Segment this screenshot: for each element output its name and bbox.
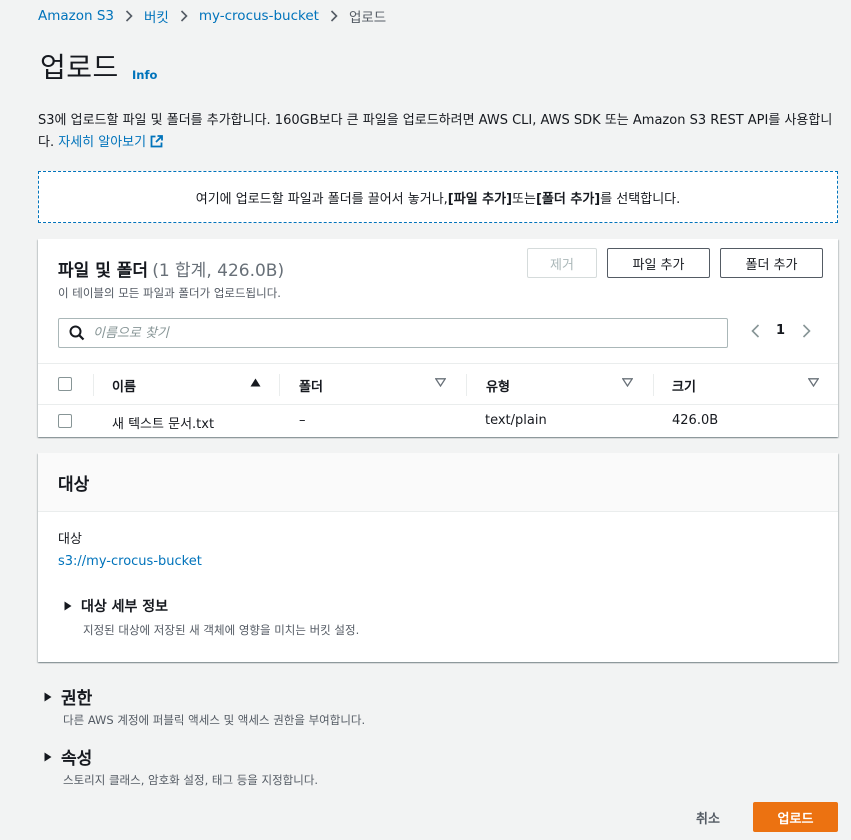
sort-icon[interactable] <box>808 378 819 387</box>
properties-expander[interactable]: 속성 <box>44 744 92 769</box>
destination-details-expander[interactable]: 대상 세부 정보 <box>64 596 168 616</box>
files-header: 파일 및 폴더 (1 합계, 426.0B) <box>58 256 284 281</box>
destination-title: 대상 <box>58 475 90 495</box>
cancel-button[interactable]: 취소 <box>680 802 736 832</box>
properties-sub: 스토리지 클래스, 암호화 설정, 태그 등을 지정합니다. <box>63 773 319 787</box>
sort-ascending-icon[interactable] <box>250 378 261 387</box>
upload-button[interactable]: 업로드 <box>753 802 838 832</box>
breadcrumb-amazon-s3[interactable]: Amazon S3 <box>38 8 114 24</box>
properties-title: 속성 <box>61 749 93 769</box>
dropzone-add-folder: [폴더 추가] <box>535 191 601 207</box>
caret-right-icon <box>44 752 52 762</box>
destination-details-title: 대상 세부 정보 <box>81 599 169 615</box>
destination-details-sub: 지정된 대상에 저장된 새 객체에 영향을 미치는 버킷 설정. <box>83 623 360 637</box>
destination-panel: 대상 대상 s3://my-crocus-bucket 대상 세부 정보 지정된… <box>38 453 838 662</box>
column-name[interactable]: 이름 <box>112 376 136 395</box>
upload-dropzone[interactable]: 여기에 업로드할 파일과 폴더를 끌어서 놓거나, [파일 추가] 또는 [폴더… <box>38 171 838 223</box>
cell-name: 새 텍스트 문서.txt <box>112 417 215 432</box>
search-box <box>58 318 728 348</box>
caret-right-icon <box>44 692 52 702</box>
chevron-right-icon <box>330 10 338 22</box>
search-input[interactable] <box>93 325 693 341</box>
page-description: S3에 업로드할 파일 및 폴더를 추가합니다. 160GB보다 큰 파일을 업… <box>38 110 838 156</box>
dropzone-suffix: 를 선택합니다. <box>600 191 681 207</box>
column-size[interactable]: 크기 <box>672 376 696 395</box>
column-divider <box>93 374 94 396</box>
caret-right-icon <box>64 601 72 611</box>
pagination: 1 <box>747 323 814 338</box>
breadcrumb: Amazon S3 버킷 my-crocus-bucket 업로드 <box>38 6 386 26</box>
dropzone-middle: 또는 <box>512 191 536 207</box>
column-divider <box>279 374 280 396</box>
add-files-button[interactable]: 파일 추가 <box>607 248 710 278</box>
files-subtitle: 이 테이블의 모든 파일과 폴더가 업로드됩니다. <box>58 286 281 300</box>
breadcrumb-current: 업로드 <box>348 10 387 26</box>
files-count: (1 합계, 426.0B) <box>152 261 285 281</box>
page-title: 업로드 <box>40 51 119 84</box>
files-title: 파일 및 폴더 <box>58 261 149 281</box>
column-folder[interactable]: 폴더 <box>299 376 323 395</box>
column-type[interactable]: 유형 <box>486 376 510 395</box>
chevron-right-icon <box>180 10 188 22</box>
learn-more-label: 자세히 알아보기 <box>58 135 147 150</box>
permissions-sub: 다른 AWS 계정에 퍼블릭 액세스 및 액세스 권한을 부여합니다. <box>63 713 366 727</box>
breadcrumb-bucket-name[interactable]: my-crocus-bucket <box>199 8 319 24</box>
cell-size: 426.0B <box>672 413 719 428</box>
table-header: 이름 폴더 유형 크기 <box>38 363 838 405</box>
learn-more-link[interactable]: 자세히 알아보기 <box>58 135 163 150</box>
destination-label: 대상 <box>58 532 82 547</box>
column-divider <box>653 374 654 396</box>
select-all-checkbox[interactable] <box>58 377 72 391</box>
permissions-expander[interactable]: 권한 <box>44 684 92 709</box>
chevron-right-icon <box>125 10 133 22</box>
external-link-icon <box>150 134 163 156</box>
add-folder-button[interactable]: 폴더 추가 <box>720 248 823 278</box>
destination-link[interactable]: s3://my-crocus-bucket <box>58 554 202 569</box>
chevron-left-icon[interactable] <box>747 323 763 338</box>
chevron-right-icon[interactable] <box>798 323 814 338</box>
destination-header: 대상 <box>38 453 838 512</box>
cell-folder: – <box>299 413 306 428</box>
dropzone-add-files: [파일 추가] <box>447 191 513 207</box>
column-divider <box>466 374 467 396</box>
table-row[interactable]: 새 텍스트 문서.txt – text/plain 426.0B <box>38 406 838 437</box>
search-icon <box>69 325 85 341</box>
sort-icon[interactable] <box>622 378 633 387</box>
sort-icon[interactable] <box>435 378 446 387</box>
permissions-title: 권한 <box>61 689 93 709</box>
cell-type: text/plain <box>485 413 547 428</box>
info-link[interactable]: Info <box>132 68 157 82</box>
dropzone-prefix: 여기에 업로드할 파일과 폴더를 끌어서 놓거나, <box>195 191 448 207</box>
breadcrumb-buckets[interactable]: 버킷 <box>144 6 169 26</box>
files-panel: 파일 및 폴더 (1 합계, 426.0B) 이 테이블의 모든 파일과 폴더가… <box>38 239 838 437</box>
remove-button[interactable]: 제거 <box>527 248 597 278</box>
page-number[interactable]: 1 <box>776 323 785 338</box>
row-checkbox[interactable] <box>58 414 72 428</box>
